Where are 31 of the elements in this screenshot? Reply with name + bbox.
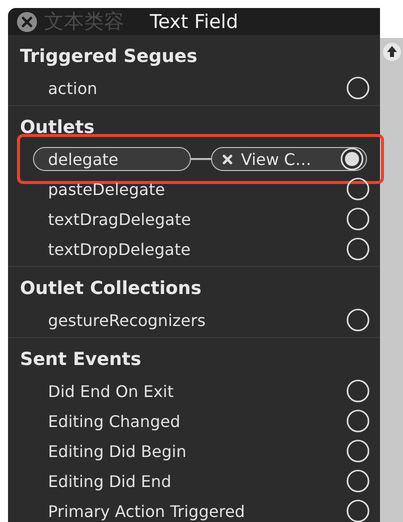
connection-circle-icon[interactable] — [346, 439, 370, 463]
section-header: Triggered Segues — [20, 46, 198, 66]
outlet-label: gestureRecognizers — [48, 310, 207, 330]
outlet-label: Editing Did End — [48, 472, 172, 490]
remove-icon[interactable] — [222, 154, 233, 164]
connection-circle-icon[interactable] — [346, 308, 370, 332]
connection-line — [191, 158, 211, 160]
outlet-pill[interactable]: delegate — [33, 147, 191, 171]
outlet-label: textDragDelegate — [48, 210, 192, 228]
outlet-label: action — [48, 78, 98, 98]
section-header: Outlet Collections — [20, 278, 202, 298]
connection-circle-icon[interactable] — [346, 207, 370, 231]
close-icon[interactable] — [16, 10, 38, 32]
connection-target[interactable]: View C… — [211, 147, 367, 171]
outlet-label: Primary Action Triggered — [48, 502, 246, 520]
connection-circle-icon[interactable] — [346, 469, 370, 493]
outlet-label: pasteDelegate — [48, 180, 166, 198]
connection-circle-icon[interactable] — [346, 177, 370, 201]
outlet-label: Editing Changed — [48, 412, 182, 430]
section-header: Sent Events — [20, 348, 142, 370]
outlet-label: Editing Did Begin — [48, 442, 188, 460]
section-header: Outlets — [20, 116, 94, 138]
scroll-up-icon[interactable] — [382, 42, 402, 62]
connection-circle-icon[interactable] — [346, 76, 370, 100]
outlet-label: textDropDelegate — [48, 240, 192, 258]
connection-circle-icon[interactable] — [346, 409, 370, 433]
outlet-label: Did End On Exit — [48, 382, 175, 400]
connection-circle-icon[interactable] — [346, 379, 370, 403]
connected-circle-icon[interactable] — [340, 147, 364, 171]
connection-circle-icon[interactable] — [346, 237, 370, 261]
window-title: Text Field — [150, 11, 238, 33]
